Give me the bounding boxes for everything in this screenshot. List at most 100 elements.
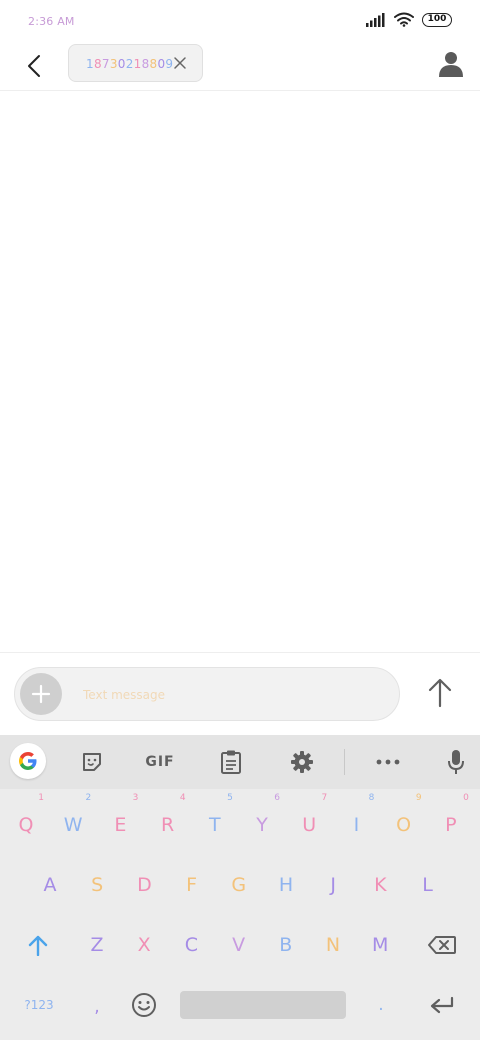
recipient-digit: 1 [133,57,142,71]
key-s[interactable]: S [75,867,119,903]
wifi-icon [394,12,414,27]
settings-button[interactable] [288,745,316,779]
emoji-icon [132,993,156,1017]
key-z[interactable]: Z [75,927,119,963]
key-j[interactable]: J [311,867,355,903]
key-x[interactable]: X [122,927,166,963]
key-hint: 8 [368,793,375,803]
key-label: O [396,814,412,836]
symbols-key[interactable]: ?123 [16,987,62,1023]
key-t[interactable]: T5 [193,793,237,843]
key-hint: 9 [415,793,422,803]
key-label: U [302,814,317,836]
send-arrow-icon[interactable] [424,676,456,710]
key-m[interactable]: M [358,927,402,963]
keyboard-toolbar: GIF [0,735,480,789]
key-u[interactable]: U7 [287,793,331,843]
recipient-digit: 8 [93,57,102,71]
backspace-key[interactable] [420,927,464,963]
key-d[interactable]: D [122,867,166,903]
backspace-icon [428,936,456,954]
enter-key[interactable] [422,987,462,1023]
key-hint: 0 [463,793,469,803]
gif-button[interactable]: GIF [140,745,180,779]
key-label: N [325,934,341,956]
key-label: T [208,814,221,836]
microphone-icon [448,750,464,774]
key-label: L [422,874,433,896]
key-hint: 2 [85,793,92,803]
key-label: A [43,874,57,896]
key-l[interactable]: L [406,867,450,903]
contact-icon[interactable] [438,50,464,78]
key-label: K [374,874,387,896]
sticker-icon [83,753,101,771]
sticker-button[interactable] [78,745,106,779]
enter-icon [430,996,454,1014]
compose-field[interactable] [14,667,400,721]
recipient-digit: 0 [117,57,126,71]
period-key[interactable]: . [366,987,396,1023]
key-label: G [231,874,247,896]
key-hint: 4 [179,793,186,803]
clipboard-icon [221,750,241,774]
add-attachment-button[interactable] [20,673,62,715]
key-label: J [330,874,336,896]
key-r[interactable]: R4 [146,793,190,843]
key-g[interactable]: G [217,867,261,903]
keyboard: G I F Q 1 W 2 E 3 R 4 T 5 Y 6 U 7 I 8 O 9 … [0,735,480,1040]
back-button[interactable] [20,50,48,82]
more-button[interactable] [374,745,402,779]
gear-icon [291,751,313,773]
key-o[interactable]: O9 [382,793,426,843]
key-label: Q [18,814,34,836]
recipient-number: 18730218809 [86,57,173,71]
key-k[interactable]: K [358,867,402,903]
recipient-digit: 2 [125,57,134,71]
key-q[interactable]: Q1 [4,793,48,843]
toolbar-separator [344,749,345,775]
key-n[interactable]: N [311,927,355,963]
shift-key[interactable] [18,927,58,963]
key-f[interactable]: F [170,867,214,903]
key-a[interactable]: A [28,867,72,903]
plus-icon [31,684,51,704]
recipient-digit: 8 [141,57,150,71]
key-p[interactable]: P0 [429,793,473,843]
key-i[interactable]: I8 [334,793,378,843]
key-c[interactable]: C [169,927,213,963]
key-b[interactable]: B [264,927,308,963]
shift-arrow-icon [28,935,48,956]
voice-input-button[interactable] [444,745,468,779]
clipboard-button[interactable] [218,745,244,779]
key-hint: 7 [321,793,328,803]
key-w[interactable]: W2 [51,793,95,843]
status-time: 2:36 AM [28,15,75,28]
key-v[interactable]: V [217,927,261,963]
key-hint: 5 [227,793,233,803]
key-label: M [371,934,389,956]
key-label: I [353,814,360,836]
comma-key[interactable]: , [82,989,112,1025]
key-label: Z [90,934,104,956]
key-label: R [160,814,175,836]
key-e[interactable]: E3 [98,793,142,843]
message-input[interactable] [81,682,385,708]
key-label: W [63,814,83,836]
close-icon[interactable] [172,55,188,71]
key-label: B [279,934,293,956]
key-hint: 6 [274,793,280,803]
more-dots-icon [376,759,400,765]
key-h[interactable]: H [264,867,308,903]
recipient-chip[interactable]: 18730218809 [68,44,203,82]
google-button[interactable] [10,743,46,779]
key-label: S [91,874,104,896]
key-label: D [137,874,152,896]
emoji-key[interactable] [126,987,162,1023]
space-key[interactable] [180,991,346,1019]
signal-icon [366,12,385,27]
key-hint: 3 [132,793,139,803]
compose-divider [0,652,480,653]
key-label: E [114,814,127,836]
key-y[interactable]: Y6 [240,793,284,843]
